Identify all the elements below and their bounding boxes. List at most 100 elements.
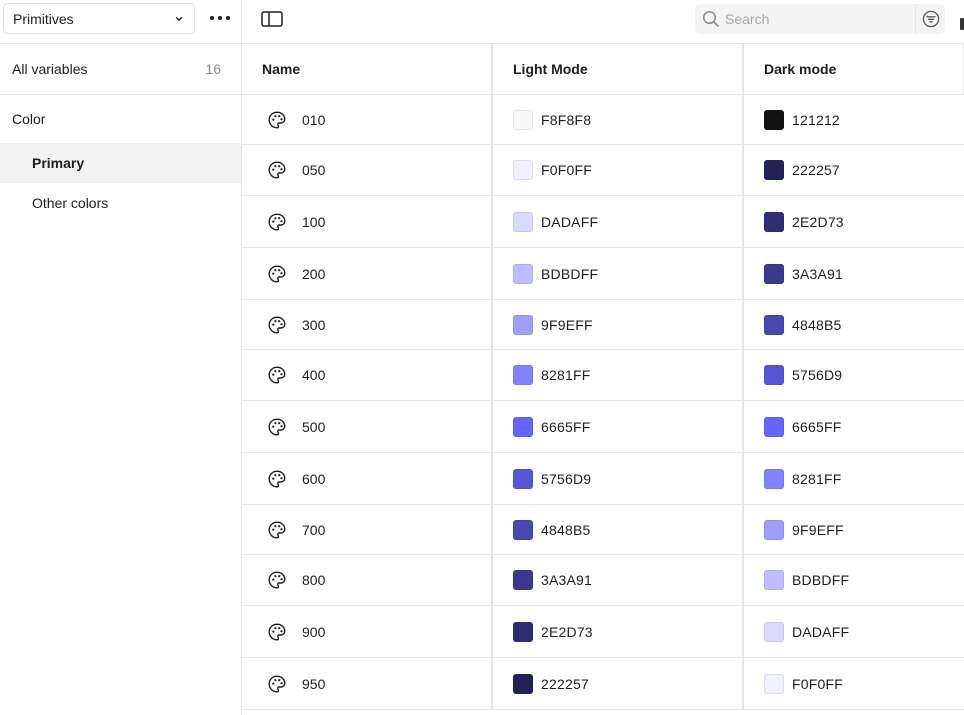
color-swatch[interactable] <box>764 673 784 694</box>
name-cell[interactable]: 800 <box>242 555 493 605</box>
color-swatch[interactable] <box>513 211 533 232</box>
color-swatch[interactable] <box>513 519 533 540</box>
color-swatch[interactable] <box>513 673 533 694</box>
name-cell[interactable]: 500 <box>242 401 493 452</box>
column-header-light-mode[interactable]: Light Mode <box>493 44 744 94</box>
table-row[interactable]: 010 F8F8F8 121212 <box>242 95 964 145</box>
light-mode-value-cell[interactable]: 2E2D73 <box>493 606 744 657</box>
color-swatch[interactable] <box>764 109 784 130</box>
hex-value: 4848B5 <box>792 316 842 333</box>
dark-mode-value-cell[interactable]: 4848B5 <box>744 300 964 349</box>
hex-value: 2E2D73 <box>541 623 593 640</box>
color-swatch[interactable] <box>764 570 784 590</box>
color-swatch[interactable] <box>764 468 784 489</box>
palette-icon <box>267 674 287 694</box>
dark-mode-value-cell[interactable]: 121212 <box>744 95 964 144</box>
search-input[interactable] <box>725 5 905 33</box>
table-row[interactable]: 900 2E2D73 DADAFF <box>242 606 964 658</box>
filter-button[interactable] <box>915 4 945 34</box>
group-item-primary[interactable]: Primary <box>0 143 241 183</box>
color-swatch[interactable] <box>513 416 533 437</box>
color-swatch[interactable] <box>513 263 533 284</box>
table-row[interactable]: 600 5756D9 8281FF <box>242 453 964 505</box>
palette-icon <box>267 212 287 232</box>
color-swatch[interactable] <box>513 109 533 130</box>
hex-value: 2E2D73 <box>792 213 844 230</box>
color-swatch[interactable] <box>513 365 533 385</box>
sidebar-toggle-button[interactable] <box>260 9 284 29</box>
variable-name: 600 <box>302 470 326 487</box>
table-row[interactable]: 700 4848B5 9F9EFF <box>242 505 964 555</box>
table-row[interactable]: 500 6665FF 6665FF <box>242 401 964 453</box>
hex-value: 4848B5 <box>541 521 591 538</box>
palette-icon <box>267 622 287 642</box>
name-cell[interactable]: 300 <box>242 300 493 349</box>
table-row[interactable]: 300 9F9EFF 4848B5 <box>242 300 964 350</box>
light-mode-value-cell[interactable]: F8F8F8 <box>493 95 744 144</box>
column-header-name[interactable]: Name <box>242 44 493 94</box>
color-swatch[interactable] <box>764 211 784 232</box>
light-mode-value-cell[interactable]: 8281FF <box>493 350 744 400</box>
name-cell[interactable]: 100 <box>242 196 493 247</box>
chevron-down-icon <box>175 16 183 21</box>
dark-mode-value-cell[interactable]: F0F0FF <box>744 658 964 709</box>
hex-value: BDBDFF <box>792 572 850 588</box>
light-mode-value-cell[interactable]: 4848B5 <box>493 505 744 554</box>
dark-mode-value-cell[interactable]: 5756D9 <box>744 350 964 400</box>
light-mode-value-cell[interactable]: BDBDFF <box>493 248 744 299</box>
group-item-other-colors[interactable]: Other colors <box>0 183 241 223</box>
light-mode-value-cell[interactable]: 3A3A91 <box>493 555 744 605</box>
light-mode-value-cell[interactable]: 6665FF <box>493 401 744 452</box>
hex-value: 5756D9 <box>541 470 592 487</box>
light-mode-value-cell[interactable]: DADAFF <box>493 196 744 247</box>
toolbar-overflow-icon[interactable] <box>960 18 964 30</box>
table-row[interactable]: 950 222257 F0F0FF <box>242 658 964 710</box>
color-swatch[interactable] <box>764 263 784 284</box>
table-row[interactable]: 200 BDBDFF 3A3A91 <box>242 248 964 300</box>
name-cell[interactable]: 050 <box>242 145 493 195</box>
collection-dropdown[interactable]: Primitives <box>3 3 195 34</box>
dark-mode-value-cell[interactable]: 9F9EFF <box>744 505 964 554</box>
name-cell[interactable]: 950 <box>242 658 493 709</box>
light-mode-value-cell[interactable]: F0F0FF <box>493 145 744 195</box>
color-swatch[interactable] <box>513 314 533 335</box>
color-swatch[interactable] <box>764 365 784 385</box>
table-row[interactable]: 100 DADAFF 2E2D73 <box>242 196 964 248</box>
dark-mode-value-cell[interactable]: DADAFF <box>744 606 964 657</box>
color-swatch[interactable] <box>764 519 784 540</box>
table-row[interactable]: 800 3A3A91 BDBDFF <box>242 555 964 606</box>
dark-mode-value-cell[interactable]: 2E2D73 <box>744 196 964 247</box>
color-swatch[interactable] <box>513 160 533 180</box>
table-header: Name Light Mode Dark mode <box>242 44 964 95</box>
color-swatch[interactable] <box>513 570 533 590</box>
color-swatch[interactable] <box>513 621 533 642</box>
dark-mode-value-cell[interactable]: 6665FF <box>744 401 964 452</box>
name-cell[interactable]: 010 <box>242 95 493 144</box>
dark-mode-value-cell[interactable]: 222257 <box>744 145 964 195</box>
table-row[interactable]: 050 F0F0FF 222257 <box>242 145 964 196</box>
light-mode-value-cell[interactable]: 5756D9 <box>493 453 744 504</box>
color-swatch[interactable] <box>764 314 784 335</box>
light-mode-value-cell[interactable]: 222257 <box>493 658 744 709</box>
name-cell[interactable]: 200 <box>242 248 493 299</box>
group-color[interactable]: Color <box>0 95 241 143</box>
table-row[interactable]: 400 8281FF 5756D9 <box>242 350 964 401</box>
color-swatch[interactable] <box>513 468 533 489</box>
dark-mode-value-cell[interactable]: 3A3A91 <box>744 248 964 299</box>
dark-mode-value-cell[interactable]: 8281FF <box>744 453 964 504</box>
color-swatch[interactable] <box>764 416 784 437</box>
name-cell[interactable]: 600 <box>242 453 493 504</box>
hex-value: 9F9EFF <box>541 316 593 333</box>
variable-name: 950 <box>302 675 326 692</box>
name-cell[interactable]: 900 <box>242 606 493 657</box>
color-swatch[interactable] <box>764 621 784 642</box>
all-variables-item[interactable]: All variables 16 <box>0 44 241 95</box>
name-cell[interactable]: 400 <box>242 350 493 400</box>
more-options-button[interactable] <box>205 5 235 31</box>
color-swatch[interactable] <box>764 160 784 180</box>
dark-mode-value-cell[interactable]: BDBDFF <box>744 555 964 605</box>
hex-value: F0F0FF <box>541 162 592 178</box>
name-cell[interactable]: 700 <box>242 505 493 554</box>
column-header-dark-mode[interactable]: Dark mode <box>744 44 964 94</box>
light-mode-value-cell[interactable]: 9F9EFF <box>493 300 744 349</box>
